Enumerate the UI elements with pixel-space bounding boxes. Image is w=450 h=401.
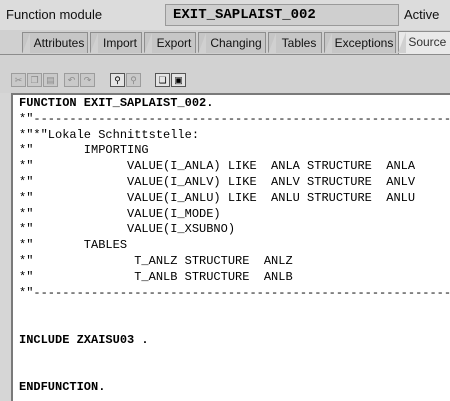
tab-source-code[interactable]: Source c xyxy=(398,31,450,54)
code-line: *"--------------------------------------… xyxy=(19,285,450,300)
code-line: *" VALUE(I_ANLU) LIKE ANLU STRUCTURE ANL… xyxy=(19,190,416,205)
tab-changing[interactable]: Changing xyxy=(198,32,266,54)
editor-toolbar: ✂ ❐ ▤ ↶ ↷ ⚲ ⚲ ❏ ▣ xyxy=(0,55,450,93)
redo-icon[interactable]: ↷ xyxy=(80,73,95,87)
code-line: *" VALUE(I_ANLA) LIKE ANLA STRUCTURE ANL… xyxy=(19,159,416,174)
code-line: FUNCTION EXIT_SAPLAIST_002. xyxy=(19,96,214,110)
tab-attributes[interactable]: Attributes xyxy=(22,32,88,54)
code-line: ENDFUNCTION. xyxy=(19,380,106,395)
code-line: *" VALUE(I_XSUBNO) xyxy=(19,222,236,237)
code-line: *" T_ANLB STRUCTURE ANLB xyxy=(19,269,293,284)
code-area[interactable]: FUNCTION EXIT_SAPLAIST_002. *"-----------… xyxy=(19,96,450,396)
tab-exceptions[interactable]: Exceptions xyxy=(324,32,396,54)
find-next-icon[interactable]: ⚲ xyxy=(126,73,141,87)
tab-strip: Attributes Import Export Changing Tables… xyxy=(0,30,450,55)
code-line: INCLUDE ZXAISU03 . xyxy=(19,332,149,347)
code-line: *" T_ANLZ STRUCTURE ANLZ xyxy=(19,253,293,268)
insert-icon[interactable]: ❏ xyxy=(155,73,170,87)
code-line: *" VALUE(I_MODE) xyxy=(19,206,221,221)
function-module-header: Function module EXIT_SAPLAIST_002 Active xyxy=(0,0,450,31)
cut-icon[interactable]: ✂ xyxy=(11,73,26,87)
function-module-label: Function module xyxy=(6,7,103,22)
tab-export[interactable]: Export xyxy=(144,32,196,54)
code-line: *"--------------------------------------… xyxy=(19,111,450,126)
code-line: *" TABLES xyxy=(19,238,128,253)
code-line: *" VALUE(I_ANLV) LIKE ANLV STRUCTURE ANL… xyxy=(19,174,416,189)
tab-tables[interactable]: Tables xyxy=(268,32,322,54)
paste-icon[interactable]: ▤ xyxy=(43,73,58,87)
code-line: *" IMPORTING xyxy=(19,143,149,158)
undo-icon[interactable]: ↶ xyxy=(64,73,79,87)
source-code-editor[interactable]: FUNCTION EXIT_SAPLAIST_002. *"-----------… xyxy=(11,93,450,401)
copy-icon[interactable]: ❐ xyxy=(27,73,42,87)
pattern-icon[interactable]: ▣ xyxy=(171,73,186,87)
find-icon[interactable]: ⚲ xyxy=(110,73,125,87)
status-text: Active xyxy=(404,7,440,22)
code-line: *"*"Lokale Schnittstelle: xyxy=(19,127,200,142)
tab-import[interactable]: Import xyxy=(90,32,142,54)
function-module-name-field[interactable]: EXIT_SAPLAIST_002 xyxy=(165,4,399,26)
